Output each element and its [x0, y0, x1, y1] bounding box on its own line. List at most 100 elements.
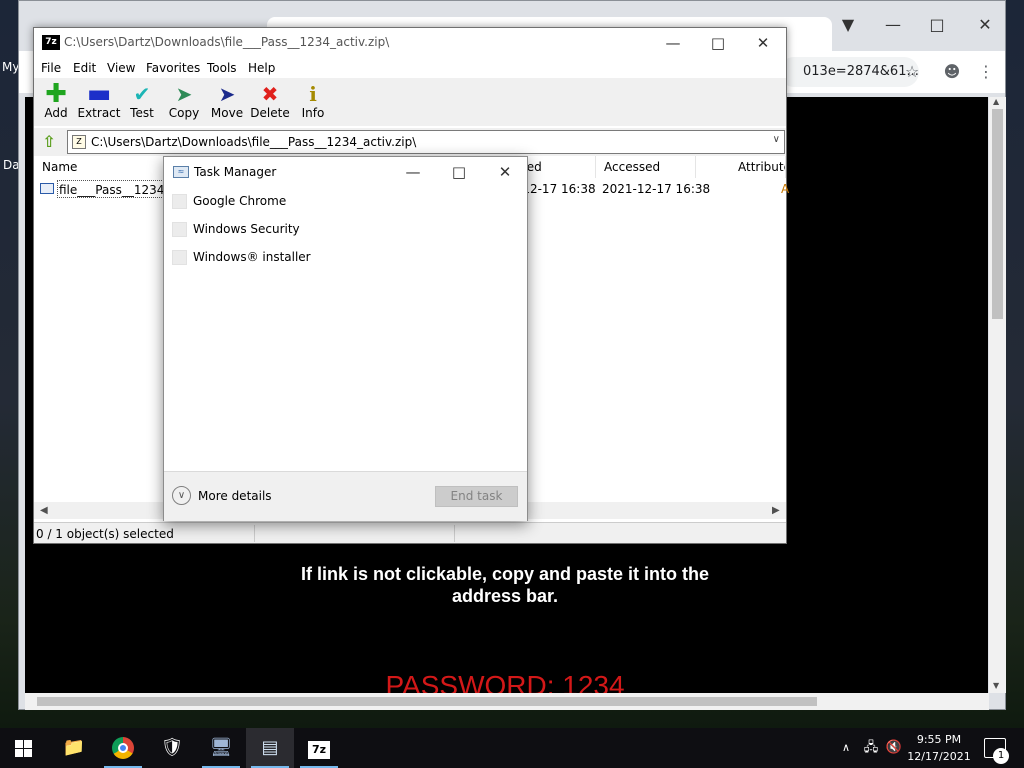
arrow-right-icon: ➤ [175, 82, 193, 106]
sevenzip-logo-icon: 7z [308, 741, 330, 759]
status-text: 0 / 1 object(s) selected [36, 527, 174, 541]
zip-archive-icon: Z [72, 135, 86, 149]
file-attributes: A [781, 182, 790, 196]
page-instruction-text: If link is not clickable, copy and paste… [300, 564, 710, 606]
installer-icon[interactable]: 🖥 [197, 728, 245, 768]
start-button[interactable] [0, 728, 48, 768]
notification-count-badge: 1 [993, 748, 1009, 764]
process-name: Google Chrome [193, 194, 287, 208]
file-icon [40, 183, 54, 194]
window-title: C:\Users\Dartz\Downloads\file___Pass__12… [64, 35, 390, 49]
process-item-chrome[interactable]: Google Chrome [164, 187, 527, 215]
menu-view[interactable]: View [107, 61, 135, 75]
menu-file[interactable]: File [41, 61, 61, 75]
menu-favorites[interactable]: Favorites [146, 61, 200, 75]
window-title: Task Manager [194, 165, 277, 179]
profile-avatar-icon[interactable]: ☻ [943, 63, 961, 81]
close-icon[interactable]: ✕ [740, 28, 786, 58]
task-manager-footer: ∨ More details End task [164, 471, 527, 521]
extract-button[interactable]: ▬ Extract [76, 81, 122, 124]
network-icon[interactable]: 🖧 [860, 728, 882, 768]
file-explorer-icon[interactable]: 📁 [50, 728, 98, 768]
app-icon [172, 194, 187, 209]
menu-edit[interactable]: Edit [73, 61, 96, 75]
page-vertical-scrollbar[interactable]: ▲ ▼ [989, 97, 1006, 693]
desktop-icon-label[interactable]: My [2, 60, 19, 74]
task-manager-icon: ≈ [173, 166, 189, 178]
copy-label: Copy [168, 106, 200, 120]
minimize-icon[interactable]: — [390, 157, 436, 187]
arrow-right-icon: ➤ [218, 82, 236, 106]
chevron-up-icon[interactable]: ∧ [836, 728, 856, 768]
scroll-up-icon[interactable]: ▲ [993, 97, 999, 106]
process-name: Windows® installer [193, 250, 311, 264]
menu-kebab-icon[interactable]: ⋮ [977, 63, 995, 81]
title-bar[interactable]: ≈ Task Manager — □ ✕ [164, 157, 527, 187]
scrollbar-thumb[interactable] [992, 109, 1003, 319]
chrome-icon [112, 737, 134, 759]
chrome-taskbar-button[interactable] [99, 728, 147, 768]
bookmark-star-icon[interactable]: ☆ [903, 63, 921, 81]
sevenzip-logo-icon: 7z [42, 35, 60, 50]
column-header-accessed[interactable]: Accessed [596, 156, 696, 178]
move-button[interactable]: ➤ Move [205, 82, 249, 124]
maximize-icon[interactable]: □ [695, 28, 741, 58]
windows-security-icon[interactable]: 🛡 [148, 728, 196, 768]
app-icon [172, 222, 187, 237]
title-bar[interactable]: 7z C:\Users\Dartz\Downloads\file___Pass_… [34, 28, 786, 58]
close-icon[interactable]: ✕ [482, 157, 528, 187]
file-created: -12-17 16:38 [518, 182, 596, 196]
scroll-left-icon[interactable]: ◀ [40, 505, 48, 516]
menu-bar: File Edit View Favorites Tools Help [34, 58, 786, 78]
address-bar[interactable]: 013e=2874&61... [779, 57, 919, 87]
delete-label: Delete [250, 106, 290, 120]
status-divider [454, 525, 455, 542]
menu-help[interactable]: Help [248, 61, 275, 75]
chevron-down-icon[interactable]: ∨ [172, 486, 191, 505]
minimize-icon[interactable]: — [879, 11, 907, 39]
delete-button[interactable]: ✖ Delete [248, 82, 292, 124]
scroll-right-icon[interactable]: ▶ [772, 505, 780, 516]
maximize-icon[interactable]: □ [923, 11, 951, 39]
task-manager-taskbar-icon[interactable]: ▤ [246, 728, 294, 768]
sevenzip-taskbar-button[interactable]: 7z [295, 728, 343, 768]
end-task-button[interactable]: End task [435, 486, 518, 507]
test-button[interactable]: ✔ Test [120, 82, 164, 124]
system-clock[interactable]: 9:55 PM 12/17/2021 [900, 731, 978, 765]
file-accessed: 2021-12-17 16:38 [602, 182, 711, 196]
process-name: Windows Security [193, 222, 300, 236]
extract-label: Extract [77, 106, 121, 120]
info-button[interactable]: i Info [291, 82, 335, 124]
move-label: Move [210, 106, 244, 120]
clock-time: 9:55 PM [916, 733, 962, 746]
minimize-icon[interactable]: — [650, 28, 696, 58]
chevron-down-icon[interactable]: ∨ [773, 134, 780, 145]
info-label: Info [301, 106, 325, 120]
address-bar: ⇧ Z C:\Users\Dartz\Downloads\file___Pass… [34, 128, 786, 156]
tab-search-icon[interactable]: ▼ [834, 11, 862, 39]
process-item-windows-security[interactable]: Windows Security [164, 215, 527, 243]
menu-tools[interactable]: Tools [207, 61, 237, 75]
task-manager-window: ≈ Task Manager — □ ✕ Google Chrome Windo… [163, 156, 528, 521]
close-icon[interactable]: ✕ [971, 11, 999, 39]
taskbar: 📁 🛡 🖥 ▤ 7z ∧ 🖧 🔇 9:55 PM 12/17/2021 1 [0, 728, 1024, 768]
toolbar: ✚ Add ▬ Extract ✔ Test ➤ Copy ➤ Move ✖ D… [34, 78, 786, 126]
app-icon [172, 250, 187, 265]
copy-button[interactable]: ➤ Copy [162, 82, 206, 124]
maximize-icon[interactable]: □ [436, 157, 482, 187]
more-details-link[interactable]: More details [198, 489, 272, 503]
address-text: 013e=2874&61... [803, 64, 919, 79]
test-label: Test [130, 106, 154, 120]
scrollbar-thumb[interactable] [37, 697, 817, 706]
check-icon: ✔ [133, 82, 151, 106]
column-header-attributes[interactable]: Attribute [696, 156, 786, 178]
page-horizontal-scrollbar[interactable] [25, 693, 989, 710]
scroll-down-icon[interactable]: ▼ [993, 681, 999, 690]
up-folder-icon[interactable]: ⇧ [38, 132, 60, 152]
status-bar: 0 / 1 object(s) selected [34, 522, 786, 543]
path-input[interactable]: Z C:\Users\Dartz\Downloads\file___Pass__… [67, 130, 785, 154]
process-item-windows-installer[interactable]: Windows® installer [164, 243, 527, 271]
add-button[interactable]: ✚ Add [34, 81, 78, 124]
info-icon: i [309, 82, 317, 106]
windows-logo-icon [15, 740, 32, 757]
